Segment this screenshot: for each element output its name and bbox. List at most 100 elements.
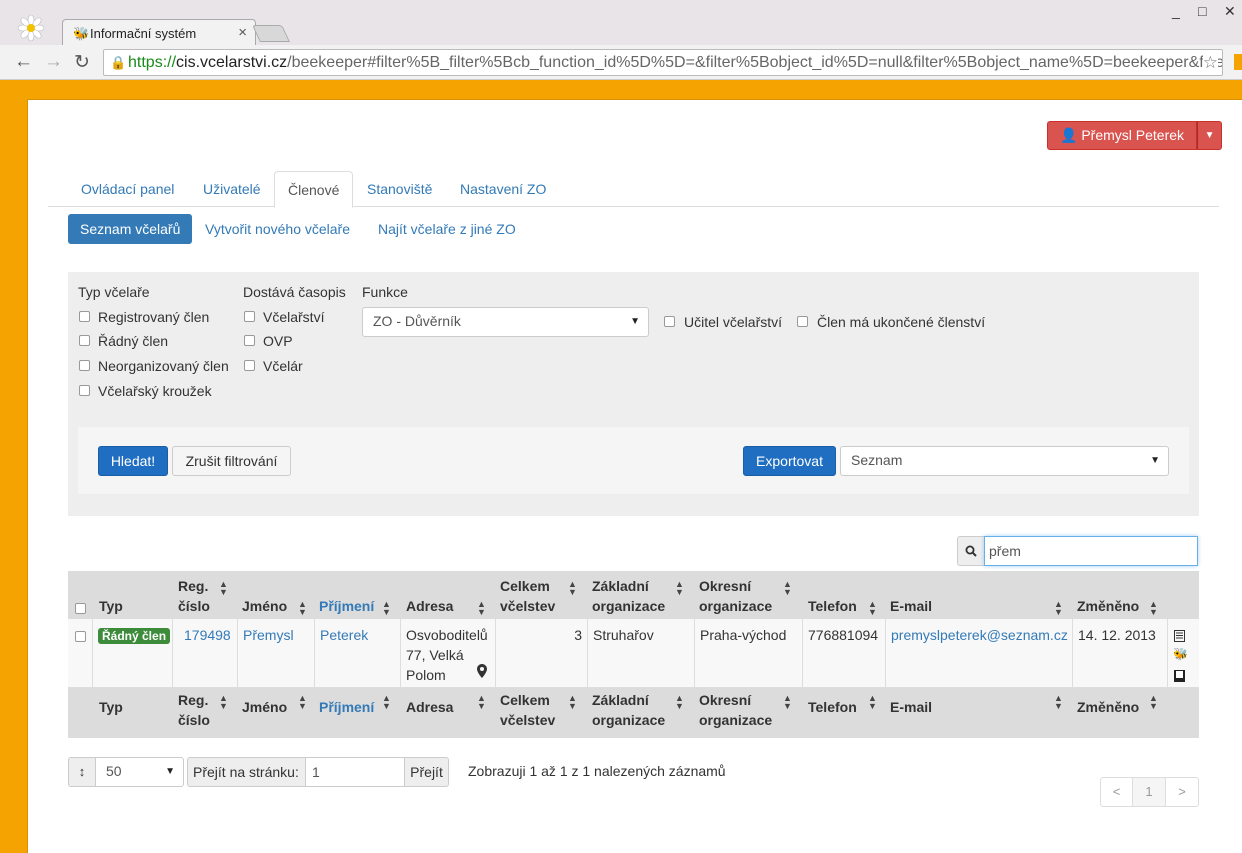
row-checkbox[interactable] xyxy=(75,631,86,642)
col-dist-label-2: organizace xyxy=(699,598,773,614)
sort-icon[interactable]: ▲ ▼ xyxy=(298,600,307,617)
sort-icon[interactable]: ▲ ▼ xyxy=(219,580,228,597)
sort-icon[interactable]: ▲ ▼ xyxy=(382,694,391,711)
close-window-button[interactable]: ✕ xyxy=(1224,3,1236,20)
user-menu[interactable]: 👤 Přemysl Peterek ▼ xyxy=(1047,121,1223,150)
subnav-find-beekeeper[interactable]: Najít včelaře z jiné ZO xyxy=(366,214,528,244)
district-value: Praha-východ xyxy=(700,627,787,643)
checkbox-regular[interactable] xyxy=(79,335,90,346)
sort-icon[interactable]: ▲ ▼ xyxy=(298,694,307,711)
bee-icon[interactable]: 🐝 xyxy=(1173,647,1188,661)
checkbox-membership-ended[interactable] xyxy=(797,316,808,327)
lock-icon: 🔒 xyxy=(110,55,127,70)
sort-icon[interactable]: ▲ ▼ xyxy=(477,694,486,711)
select-all-checkbox[interactable] xyxy=(75,603,86,614)
checkbox-vcelar[interactable] xyxy=(244,360,255,371)
book-icon[interactable] xyxy=(1174,667,1185,687)
goto-page-input[interactable] xyxy=(305,757,405,787)
reload-icon[interactable]: ↻ xyxy=(74,51,90,74)
checkbox-regular-label: Řádný člen xyxy=(98,333,169,349)
subnav-beekeeper-list[interactable]: Seznam včelařů xyxy=(68,214,193,244)
table-footer-header: Typ Reg. číslo ▲ ▼ Jméno ▲ ▼ Příjmení ▲ ▼ Ad… xyxy=(68,688,1199,738)
checkbox-club[interactable] xyxy=(79,385,90,396)
footer-col-colonies-label-1: Celkem xyxy=(500,692,550,708)
sort-icon[interactable]: ▲ ▼ xyxy=(219,694,228,711)
reg-number-link[interactable]: 179498 xyxy=(184,627,231,643)
row-actions-cell: 🐝 xyxy=(1167,619,1199,688)
next-page-button[interactable]: > xyxy=(1166,777,1199,807)
email-link[interactable]: premyslpeterek@seznam.cz xyxy=(891,627,1068,643)
url-host: cis.vcelarstvi.cz xyxy=(176,54,288,71)
sort-icon[interactable]: ▲ ▼ xyxy=(675,580,684,597)
checkbox-registered[interactable] xyxy=(79,311,90,322)
detail-list-icon[interactable] xyxy=(1174,627,1185,647)
table-search-input[interactable] xyxy=(984,536,1198,566)
current-page-button[interactable]: 1 xyxy=(1133,777,1166,807)
checkbox-teacher[interactable] xyxy=(664,316,675,327)
sort-icon[interactable]: ▲ ▼ xyxy=(1149,600,1158,617)
subnav-create-beekeeper[interactable]: Vytvořit nového včelaře xyxy=(193,214,362,244)
sort-icon[interactable]: ▲ ▼ xyxy=(568,580,577,597)
sort-icon[interactable]: ▲ ▼ xyxy=(1149,694,1158,711)
last-name-link[interactable]: Peterek xyxy=(320,627,368,643)
checkbox-vcelarstvi[interactable] xyxy=(244,311,255,322)
address-bar[interactable]: 🔒 https://cis.vcelarstvi.cz/beekeeper#fi… xyxy=(103,49,1223,76)
select-arrow-icon: ▼ xyxy=(165,766,175,777)
user-icon: 👤 xyxy=(1060,127,1078,143)
first-name-link[interactable]: Přemysl xyxy=(243,627,294,643)
user-button[interactable]: 👤 Přemysl Peterek xyxy=(1047,121,1198,150)
row-type-cell: Řádný člen xyxy=(92,619,172,688)
forward-arrow-icon[interactable]: → xyxy=(44,51,63,73)
colonies-value: 3 xyxy=(574,627,582,643)
user-dropdown-caret-icon[interactable]: ▼ xyxy=(1197,121,1223,150)
prev-page-button[interactable]: < xyxy=(1100,777,1133,807)
sort-icon[interactable]: ▲ ▼ xyxy=(477,600,486,617)
minimize-button[interactable]: _ xyxy=(1172,3,1180,19)
sort-icon[interactable]: ▲ ▼ xyxy=(382,600,391,617)
url-scheme: https:// xyxy=(128,54,177,71)
footer-col-type-label: Typ xyxy=(99,699,123,715)
footer-col-colonies-label-2: včelstev xyxy=(500,712,556,728)
maximize-button[interactable]: □ xyxy=(1198,3,1206,19)
sort-icon[interactable]: ▲ ▼ xyxy=(868,694,877,711)
sort-icon[interactable]: ▲ ▼ xyxy=(783,580,792,597)
search-button[interactable]: Hledat! xyxy=(98,446,168,476)
browser-menu-icon[interactable] xyxy=(1234,54,1242,70)
tab-dashboard[interactable]: Ovládací panel xyxy=(68,171,187,207)
page-size-value: 50 xyxy=(106,763,122,779)
export-button[interactable]: Exportovat xyxy=(743,446,836,476)
sort-icon[interactable]: ▲ ▼ xyxy=(568,694,577,711)
reset-filter-button[interactable]: Zrušit filtrování xyxy=(172,446,291,476)
tab-users[interactable]: Uživatelé xyxy=(190,171,274,207)
row-org-cell: Struhařov xyxy=(587,619,694,688)
checkbox-unorganized-label: Neorganizovaný člen xyxy=(98,358,229,374)
select-arrow-icon: ▼ xyxy=(630,316,640,327)
checkbox-ovp[interactable] xyxy=(244,335,255,346)
goto-page-button[interactable]: Přejít xyxy=(404,757,449,787)
tab-members[interactable]: Členové xyxy=(274,171,354,208)
footer-col-first-label: Jméno xyxy=(242,699,288,715)
phone-value: 776881094 xyxy=(808,627,879,643)
sort-icon[interactable]: ▲ ▼ xyxy=(1054,600,1063,617)
back-arrow-icon[interactable]: ← xyxy=(14,51,33,73)
sort-icon[interactable]: ▲ ▼ xyxy=(783,694,792,711)
sort-icon[interactable]: ▲ ▼ xyxy=(675,694,684,711)
new-tab-button[interactable] xyxy=(252,25,290,42)
footer-col-address-label: Adresa xyxy=(406,699,454,715)
bookmark-star-icon[interactable]: ☆ xyxy=(1202,50,1218,75)
checkbox-unorganized[interactable] xyxy=(79,360,90,371)
page-size-select[interactable]: 50 ▼ xyxy=(95,757,184,787)
browser-tab[interactable]: 🐝 Informační systém × xyxy=(62,19,256,46)
tab-apiaries[interactable]: Stanoviště xyxy=(354,171,445,207)
sort-icon[interactable]: ▲ ▼ xyxy=(1054,694,1063,711)
export-format-select[interactable]: Seznam ▼ xyxy=(840,446,1169,476)
tab-close-icon[interactable]: × xyxy=(238,24,247,41)
col-reg-label-1: Reg. xyxy=(178,578,209,594)
sort-icon[interactable]: ▲ ▼ xyxy=(868,600,877,617)
goto-page-label: Přejít na stránku: xyxy=(187,757,306,787)
tab-org-settings[interactable]: Nastavení ZO xyxy=(447,171,559,207)
browser-toolbar: ← → ↻ 🔒 https://cis.vcelarstvi.cz/beekee… xyxy=(0,45,1242,80)
map-pin-icon[interactable] xyxy=(477,663,487,683)
magazine-label: Dostává časopis xyxy=(243,284,346,300)
function-select[interactable]: ZO - Důvěrník ▼ xyxy=(362,307,649,337)
